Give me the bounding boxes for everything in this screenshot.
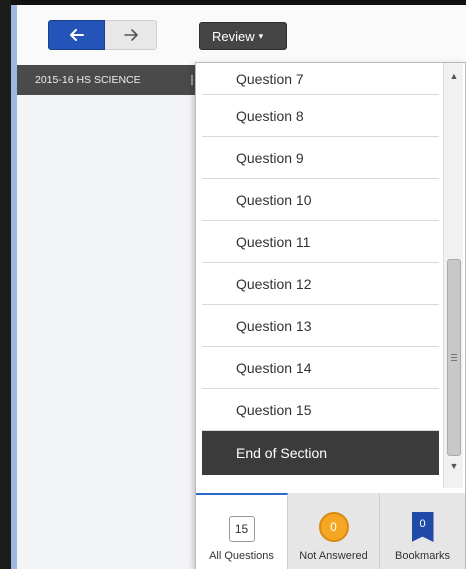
- scroll-up-icon[interactable]: ▲: [444, 71, 464, 85]
- not-answered-label: Not Answered: [299, 550, 368, 562]
- arrow-left-icon: [69, 29, 84, 41]
- bookmarks-label: Bookmarks: [394, 550, 451, 562]
- scrollbar-thumb[interactable]: [447, 259, 461, 456]
- dropdown-scrollbar[interactable]: ▲ ▼: [443, 63, 463, 488]
- question-item-13[interactable]: Question 13: [202, 305, 439, 347]
- review-dropdown-menu: Question 7 Question 8 Question 9 Questio…: [195, 62, 466, 569]
- question-item-15[interactable]: Question 15: [202, 389, 439, 431]
- question-item-7[interactable]: Question 7: [202, 63, 439, 95]
- caret-down-icon: ▾: [258, 30, 264, 41]
- grip-icon: [451, 354, 457, 361]
- review-button-label: Review: [212, 28, 255, 44]
- all-questions-label: All Questions: [209, 550, 274, 562]
- not-answered-count: 0: [318, 512, 349, 542]
- question-label: Question 11: [236, 233, 311, 250]
- question-label: Question 8: [236, 107, 304, 124]
- end-of-section-label: End of Section: [236, 445, 328, 461]
- tab-all-questions[interactable]: 15 All Questions: [196, 493, 288, 569]
- question-item-8[interactable]: Question 8: [202, 95, 439, 137]
- question-item-11[interactable]: Question 11: [202, 221, 439, 263]
- back-button[interactable]: [48, 20, 105, 50]
- scroll-down-icon[interactable]: ▼: [444, 461, 464, 475]
- arrow-right-icon: [123, 29, 138, 41]
- bookmark-count-icon: 0: [411, 512, 434, 542]
- question-label: Question 10: [236, 191, 312, 208]
- window-frame-left: [0, 0, 11, 569]
- tab-bookmarks[interactable]: 0 Bookmarks: [380, 493, 465, 569]
- review-filter-tabs: 15 All Questions 0 Not Answered 0 Bookma…: [196, 493, 465, 569]
- test-title-bar: 2015-16 HS SCIENCE: [17, 65, 197, 95]
- all-questions-count: 15: [228, 516, 255, 542]
- question-label: Question 9: [236, 149, 304, 166]
- question-list: Question 7 Question 8 Question 9 Questio…: [202, 63, 439, 485]
- review-dropdown-button[interactable]: Review ▾: [199, 22, 287, 50]
- question-item-12[interactable]: Question 12: [202, 263, 439, 305]
- forward-button[interactable]: [105, 20, 157, 50]
- question-item-10[interactable]: Question 10: [202, 179, 439, 221]
- question-label: Question 7: [236, 70, 304, 87]
- tab-not-answered[interactable]: 0 Not Answered: [288, 493, 380, 569]
- question-label: Question 15: [236, 401, 312, 418]
- question-item-9[interactable]: Question 9: [202, 137, 439, 179]
- question-label: Question 12: [236, 275, 312, 292]
- question-item-14[interactable]: Question 14: [202, 347, 439, 389]
- title-divider: [191, 75, 193, 85]
- test-title: 2015-16 HS SCIENCE: [35, 74, 141, 86]
- question-label: Question 13: [236, 317, 312, 334]
- question-label: Question 14: [236, 359, 312, 376]
- end-of-section-item[interactable]: End of Section: [202, 431, 439, 475]
